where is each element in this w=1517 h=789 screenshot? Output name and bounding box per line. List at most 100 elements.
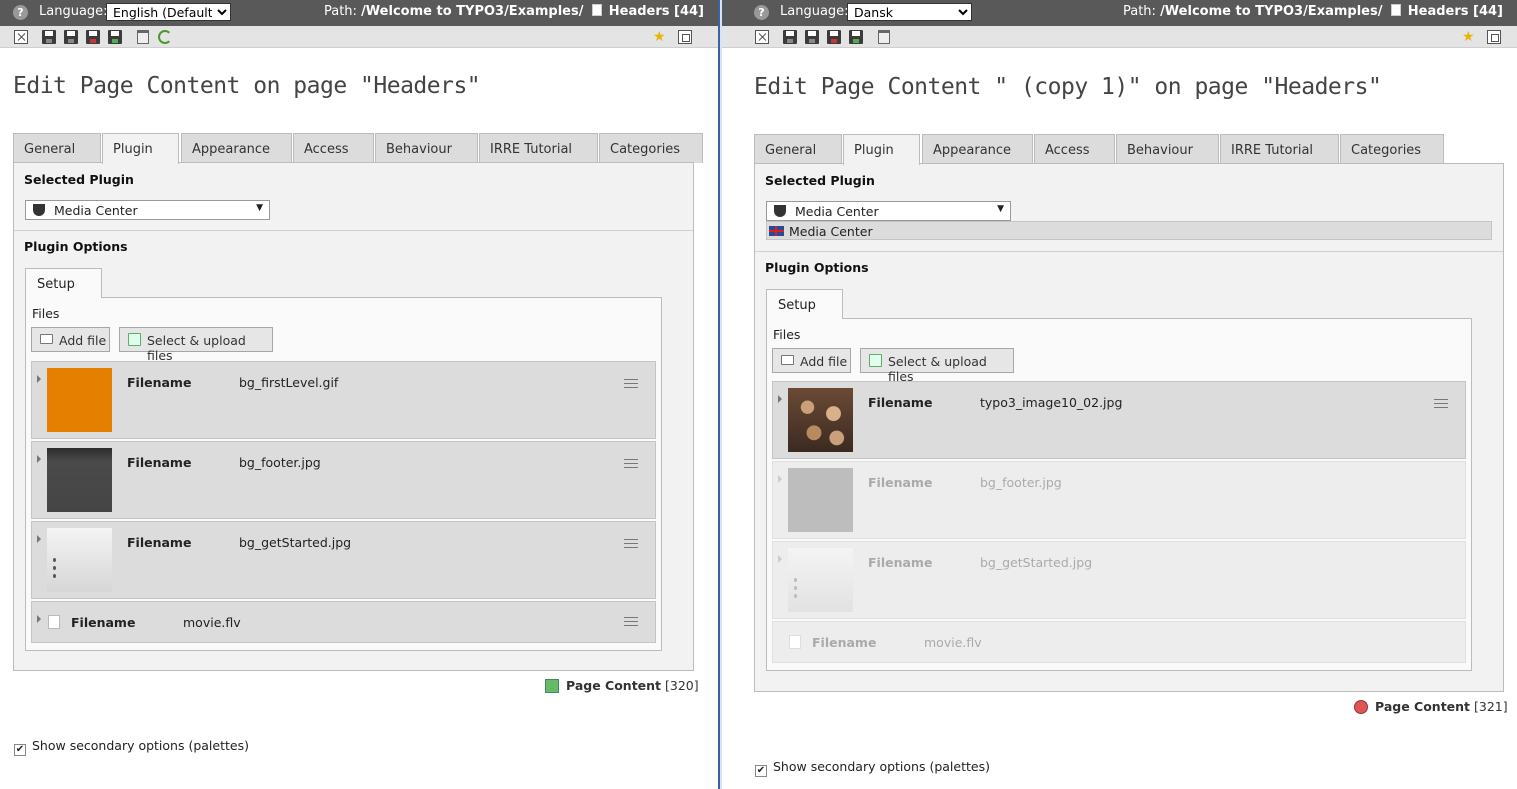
save-and-new-icon[interactable] (849, 30, 863, 44)
plugin-select[interactable]: Media Center ▼ (766, 201, 1011, 221)
file-row-disabled: Filename movie.flv (772, 621, 1466, 663)
plugin-panel: Selected Plugin Media Center ▼ Plugin Op… (13, 162, 694, 671)
file-row-disabled: Filename bg_footer.jpg (772, 461, 1466, 539)
file-label: Filename (127, 535, 192, 550)
save-and-close-icon[interactable] (86, 30, 100, 44)
open-in-new-window-icon[interactable] (1487, 30, 1501, 44)
expand-arrow-icon[interactable] (37, 615, 41, 623)
folder-icon (781, 355, 794, 365)
default-language-text: Media Center (789, 224, 873, 239)
setup-panel: Files Add file Select & upload files Fil… (766, 318, 1472, 671)
plugin-select-value: Media Center (795, 204, 879, 219)
record-id: [321] (1474, 699, 1508, 714)
close-icon[interactable] (14, 30, 28, 44)
help-icon[interactable]: ? (754, 5, 769, 20)
file-row[interactable]: Filename typo3_image10_02.jpg (772, 381, 1466, 459)
tab-behaviour[interactable]: Behaviour (375, 133, 478, 163)
typo3-icon (774, 205, 786, 217)
tab-behaviour[interactable]: Behaviour (1116, 134, 1219, 164)
record-link[interactable]: Page Content [320] (545, 678, 699, 693)
drag-handle-icon[interactable] (624, 617, 638, 626)
save-icon[interactable] (783, 30, 797, 44)
tab-categories[interactable]: Categories (1340, 134, 1444, 164)
file-thumbnail (47, 368, 112, 432)
path: Path: /Welcome to TYPO3/Examples/ Header… (1123, 4, 1503, 19)
setup-panel: Files Add file Select & upload files Fil… (25, 297, 662, 651)
save-and-view-icon[interactable] (64, 30, 78, 44)
record-link[interactable]: Page Content [321] (1354, 699, 1508, 714)
checkbox[interactable]: ✔ (14, 744, 26, 756)
expand-arrow-icon[interactable] (37, 455, 41, 463)
checkbox[interactable]: ✔ (755, 765, 767, 777)
tab-appearance[interactable]: Appearance (922, 134, 1033, 164)
tab-setup[interactable]: Setup (766, 289, 843, 319)
expand-arrow-icon[interactable] (37, 375, 41, 383)
shortcut-star-icon[interactable]: ★ (1462, 30, 1478, 44)
help-icon[interactable]: ? (13, 5, 28, 20)
page-title: Edit Page Content on page "Headers" (13, 73, 481, 99)
drag-handle-icon[interactable] (624, 379, 638, 388)
trash-icon[interactable] (137, 30, 149, 44)
top-bar: ? Language: Dansk Path: /Welcome to TYPO… (722, 0, 1517, 26)
add-file-button[interactable]: Add file (31, 327, 110, 352)
page-title: Edit Page Content " (copy 1)" on page "H… (754, 74, 1382, 100)
path-page: Headers [44] (1407, 4, 1503, 19)
plugin-panel: Selected Plugin Media Center ▼ Media Cen… (754, 163, 1504, 692)
files-label: Files (32, 306, 60, 321)
path-value: /Welcome to TYPO3/Examples/ (361, 4, 584, 19)
left-editor-pane: ? Language: English (Default) Path: /Wel… (0, 0, 718, 789)
plugin-options-label: Plugin Options (765, 260, 869, 275)
secondary-options-toggle[interactable]: ✔ Show secondary options (palettes) (14, 738, 249, 756)
add-file-button[interactable]: Add file (772, 348, 851, 373)
expand-arrow-icon[interactable] (778, 395, 782, 403)
file-thumbnail (47, 448, 112, 512)
tab-access[interactable]: Access (293, 133, 374, 163)
shortcut-star-icon[interactable]: ★ (653, 30, 669, 44)
save-and-new-icon[interactable] (108, 30, 122, 44)
save-and-view-icon[interactable] (805, 30, 819, 44)
tab-access[interactable]: Access (1034, 134, 1115, 164)
undo-icon[interactable] (158, 30, 172, 44)
close-icon[interactable] (755, 30, 769, 44)
tab-setup[interactable]: Setup (25, 268, 102, 298)
dots-graphic (53, 554, 56, 578)
tab-appearance[interactable]: Appearance (181, 133, 292, 163)
tab-plugin[interactable]: Plugin (102, 133, 179, 164)
select-upload-label: Select & upload files (888, 354, 987, 384)
file-icon (48, 615, 60, 629)
drag-handle-icon[interactable] (624, 539, 638, 548)
expand-arrow-icon[interactable] (37, 535, 41, 543)
doc-toolbar: ★ (0, 26, 718, 48)
drag-handle-icon[interactable] (624, 459, 638, 468)
file-row[interactable]: Filename bg_firstLevel.gif (31, 361, 656, 439)
plugin-select[interactable]: Media Center ▼ (25, 200, 270, 220)
tab-general[interactable]: General (754, 134, 842, 164)
save-icon[interactable] (42, 30, 56, 44)
drag-handle-icon[interactable] (1434, 399, 1448, 408)
secondary-options-toggle[interactable]: ✔ Show secondary options (palettes) (755, 759, 990, 777)
select-upload-button[interactable]: Select & upload files (860, 348, 1014, 384)
save-and-close-icon[interactable] (827, 30, 841, 44)
file-thumbnail (47, 528, 112, 592)
open-in-new-window-icon[interactable] (678, 30, 692, 44)
tab-categories[interactable]: Categories (599, 133, 703, 163)
tab-general[interactable]: General (13, 133, 101, 163)
tab-irre-tutorial[interactable]: IRRE Tutorial (479, 133, 598, 163)
record-id: [320] (665, 678, 699, 693)
file-thumbnail (788, 388, 853, 452)
language-select[interactable]: Dansk (847, 3, 972, 21)
file-row[interactable]: Filename bg_getStarted.jpg (31, 521, 656, 599)
selected-plugin-label: Selected Plugin (24, 172, 134, 187)
file-name: bg_getStarted.jpg (980, 555, 1093, 570)
tab-plugin[interactable]: Plugin (843, 134, 920, 165)
secondary-options-label: Show secondary options (palettes) (773, 759, 990, 774)
tab-irre-tutorial[interactable]: IRRE Tutorial (1220, 134, 1339, 164)
file-label: Filename (127, 455, 192, 470)
file-row[interactable]: Filename movie.flv (31, 601, 656, 643)
select-upload-button[interactable]: Select & upload files (119, 327, 273, 363)
chevron-down-icon: ▼ (256, 203, 263, 213)
trash-icon[interactable] (878, 30, 890, 44)
language-select[interactable]: English (Default) (106, 3, 231, 21)
file-row[interactable]: Filename bg_footer.jpg (31, 441, 656, 519)
plugin-select-value: Media Center (54, 203, 138, 218)
